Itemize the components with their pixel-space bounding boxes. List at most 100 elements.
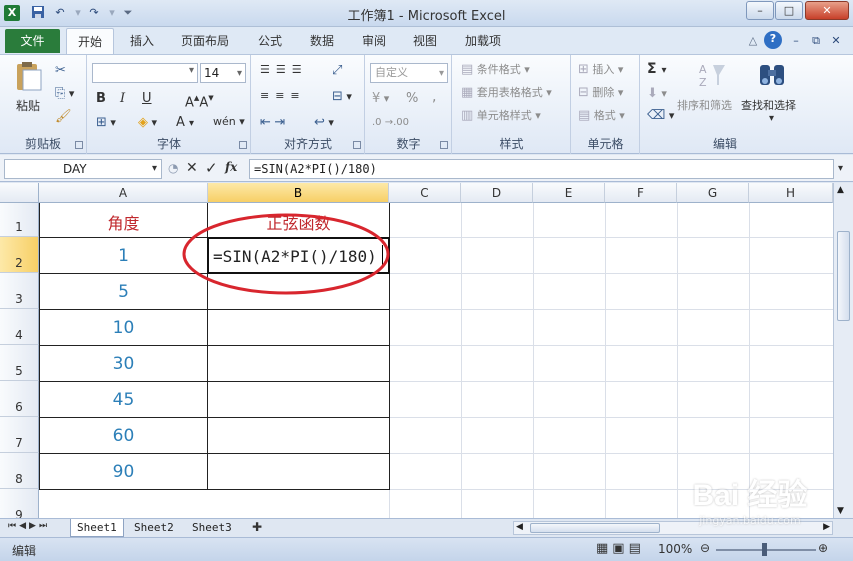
name-box[interactable]: DAY ▾ — [4, 159, 162, 179]
tab-file[interactable]: 文件 — [5, 29, 60, 53]
cut-icon[interactable]: ✂ — [55, 63, 66, 78]
insert-cells-button[interactable]: ⊞ 插入 ▾ — [578, 61, 623, 77]
formula-input[interactable]: =SIN(A2*PI()/180) — [249, 159, 834, 179]
currency-icon[interactable]: ¥ ▾ — [372, 91, 389, 106]
sort-filter-icon[interactable]: AZ — [697, 61, 727, 92]
orientation-icon[interactable]: ⤢ — [332, 63, 342, 78]
comma-button[interactable]: , — [432, 89, 436, 105]
row-header[interactable]: 7 — [0, 417, 39, 453]
dialog-launcher-icon[interactable] — [440, 141, 448, 149]
column-header[interactable]: C — [389, 183, 461, 203]
vertical-align-icons[interactable]: ☰☰☰ — [260, 63, 308, 76]
scroll-left-icon[interactable]: ◀ — [516, 522, 523, 532]
find-select-button[interactable]: 查找和选择 — [741, 97, 796, 113]
view-buttons[interactable]: ▦▣▤ — [596, 541, 645, 556]
merge-icon[interactable]: ⊟ ▾ — [332, 89, 352, 104]
tab-formulas[interactable]: 公式 — [258, 32, 282, 49]
row-header[interactable]: 4 — [0, 309, 39, 345]
tab-addins[interactable]: 加载项 — [465, 32, 501, 49]
insert-sheet-icon[interactable]: ✚ — [252, 520, 262, 534]
column-header[interactable]: A — [39, 183, 208, 203]
expand-formula-icon[interactable]: ▾ — [838, 163, 843, 174]
format-painter-icon[interactable]: 🖌 — [55, 109, 72, 124]
help-icon[interactable]: ? — [764, 31, 782, 49]
cell-a7[interactable]: 60 — [40, 426, 207, 446]
expand-icon[interactable]: ◔ — [168, 161, 178, 175]
copy-icon[interactable]: ⎘ ▾ — [55, 86, 74, 101]
restore-button[interactable]: □ — [775, 1, 803, 20]
window-minimize-icon[interactable]: – — [788, 33, 804, 49]
indent-icons[interactable]: ⇤ ⇥ — [260, 115, 285, 130]
sort-filter-button[interactable]: 排序和筛选 — [677, 97, 732, 113]
border-icon[interactable]: ⊞ ▾ — [96, 115, 116, 130]
fill-icon[interactable]: ⬇ ▾ — [647, 86, 667, 101]
enter-icon[interactable]: ✓ — [205, 159, 218, 177]
tab-review[interactable]: 审阅 — [362, 32, 386, 49]
sheet-nav-icons[interactable]: ⏮◀▶⏭ — [8, 521, 50, 531]
cell-styles-button[interactable]: ▥ 单元格样式 ▾ — [461, 107, 541, 123]
find-select-icon[interactable] — [757, 61, 787, 92]
row-header[interactable]: 2 — [0, 237, 39, 273]
zoom-slider-thumb[interactable] — [762, 543, 767, 556]
column-header[interactable]: D — [461, 183, 533, 203]
underline-button[interactable]: U — [142, 91, 152, 106]
tab-home[interactable]: 开始 — [66, 28, 115, 54]
cell-a8[interactable]: 90 — [40, 462, 207, 482]
column-header[interactable]: E — [533, 183, 605, 203]
close-button[interactable]: ✕ — [805, 1, 849, 20]
cell-a4[interactable]: 10 — [40, 318, 207, 338]
sheet-tab-sheet1[interactable]: Sheet1 — [70, 519, 124, 537]
sheet-tab-sheet3[interactable]: Sheet3 — [186, 519, 238, 537]
cell-a5[interactable]: 30 — [40, 354, 207, 374]
row-header[interactable]: 5 — [0, 345, 39, 381]
find-dropdown-icon[interactable]: ▾ — [769, 113, 774, 124]
column-header[interactable]: F — [605, 183, 677, 203]
fill-color-icon[interactable]: ◈ ▾ — [138, 115, 157, 130]
format-cells-button[interactable]: ▤ 格式 ▾ — [578, 107, 625, 123]
worksheet-grid[interactable]: A B C D E F G H 1 2 3 4 5 6 7 8 9 角度 正弦函… — [0, 183, 833, 518]
column-header[interactable]: B — [208, 183, 389, 203]
grow-font-icon[interactable]: A▴A▾ — [185, 91, 214, 110]
row-header[interactable]: 9 — [0, 489, 39, 518]
window-close-icon[interactable]: ✕ — [828, 33, 844, 49]
h-scroll-thumb[interactable] — [530, 523, 660, 533]
font-size-field[interactable]: 14 ▾ — [200, 63, 246, 83]
column-header[interactable]: G — [677, 183, 749, 203]
window-restore-icon[interactable]: ⧉ — [808, 33, 824, 49]
column-header[interactable]: H — [749, 183, 833, 203]
tab-page-layout[interactable]: 页面布局 — [181, 32, 229, 49]
number-format-field[interactable]: 自定义 ▾ — [370, 63, 448, 83]
select-all-corner[interactable] — [0, 183, 39, 203]
sheet-tab-sheet2[interactable]: Sheet2 — [128, 519, 180, 537]
format-as-table-button[interactable]: ▦ 套用表格格式 ▾ — [461, 84, 552, 100]
increase-decimal-icon[interactable]: .0 →.00 — [372, 117, 409, 128]
italic-button[interactable]: I — [120, 91, 125, 106]
font-name-field[interactable]: ▾ — [92, 63, 198, 83]
insert-function-button[interactable]: fx — [225, 160, 237, 174]
row-header[interactable]: 1 — [0, 203, 39, 237]
font-color-icon[interactable]: A ▾ — [176, 115, 194, 130]
minimize-button[interactable]: – — [746, 1, 774, 20]
dialog-launcher-icon[interactable] — [75, 141, 83, 149]
tab-insert[interactable]: 插入 — [130, 32, 154, 49]
zoom-in-icon[interactable]: ⊕ — [818, 541, 828, 555]
clear-icon[interactable]: ⌫ ▾ — [647, 108, 674, 123]
vertical-scrollbar[interactable]: ▲ ▼ — [833, 183, 853, 518]
horizontal-align-icons[interactable]: ≡≡≡ — [260, 89, 306, 102]
scroll-up-icon[interactable]: ▲ — [837, 185, 844, 195]
phonetic-icon[interactable]: wén ▾ — [213, 115, 245, 128]
minimize-ribbon-icon[interactable]: △ — [745, 33, 761, 49]
tab-data[interactable]: 数据 — [310, 32, 334, 49]
cell-a6[interactable]: 45 — [40, 390, 207, 410]
percent-button[interactable]: % — [406, 91, 418, 106]
zoom-level[interactable]: 100% — [658, 542, 692, 556]
conditional-format-button[interactable]: ▤ 条件格式 ▾ — [461, 61, 530, 77]
paste-button[interactable] — [14, 61, 44, 96]
bold-button[interactable]: B — [96, 91, 106, 106]
row-header[interactable]: 8 — [0, 453, 39, 489]
scroll-thumb[interactable] — [837, 231, 850, 321]
tab-view[interactable]: 视图 — [413, 32, 437, 49]
dialog-launcher-icon[interactable] — [239, 141, 247, 149]
autosum-button[interactable]: Σ ▾ — [647, 61, 666, 77]
dialog-launcher-icon[interactable] — [353, 141, 361, 149]
